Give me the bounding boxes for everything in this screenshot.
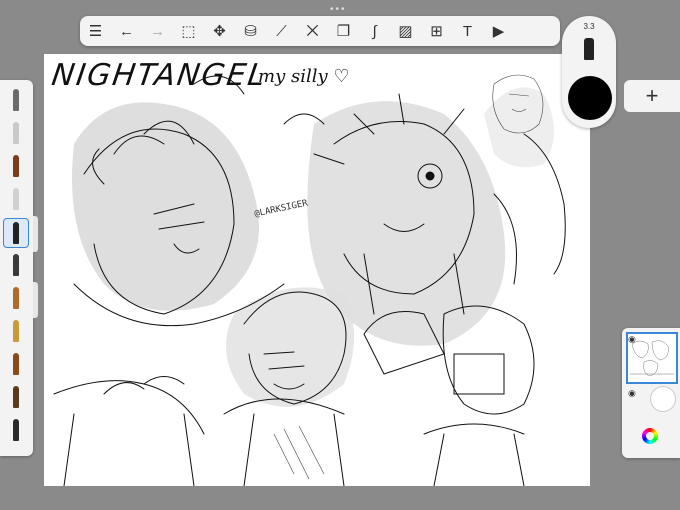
canvas-title-ink: NIGHTANGEL bbox=[49, 58, 270, 93]
window-handle-icon[interactable]: ••• bbox=[330, 4, 347, 15]
image-icon[interactable]: ▨ bbox=[390, 16, 421, 46]
transform-icon[interactable]: ✥ bbox=[204, 16, 235, 46]
sketch-strokes bbox=[53, 74, 566, 486]
layers-panel: ◉ ◉ bbox=[622, 328, 680, 458]
current-brush-icon[interactable] bbox=[584, 38, 594, 60]
brush-9-icon[interactable] bbox=[5, 350, 27, 378]
brush-8-icon[interactable] bbox=[5, 317, 27, 345]
current-color-swatch[interactable] bbox=[568, 76, 612, 120]
top-toolbar: ☰ ← → ⬚ ✥ ⛁ ⟋ ⨉ ❐ ∫ ▨ ⊞ T ▶ bbox=[80, 16, 560, 46]
perspective-icon[interactable]: ⊞ bbox=[421, 16, 452, 46]
add-layer-button[interactable]: + bbox=[624, 80, 680, 112]
curve-icon[interactable]: ∫ bbox=[359, 16, 390, 46]
brush-size-slider-tab[interactable] bbox=[33, 216, 38, 252]
color-wheel-icon[interactable] bbox=[642, 428, 658, 444]
layer-visibility-icon[interactable]: ◉ bbox=[628, 334, 636, 345]
selection-icon[interactable]: ⬚ bbox=[173, 16, 204, 46]
ruler-icon[interactable]: ⟋ bbox=[266, 16, 297, 46]
brush-library-rail bbox=[0, 80, 33, 456]
drawing-canvas[interactable]: NIGHTANGEL my silly ♡ @LARKSIGER bbox=[44, 54, 590, 486]
gallery-icon[interactable]: ☰ bbox=[80, 16, 111, 46]
shapes-icon[interactable]: ❐ bbox=[328, 16, 359, 46]
video-icon[interactable]: ▶ bbox=[483, 16, 514, 46]
brush-3-icon[interactable] bbox=[5, 152, 27, 180]
brush-7-icon[interactable] bbox=[5, 284, 27, 312]
brush-size-label: 3.3 bbox=[583, 22, 595, 31]
empty-layer-thumbnail[interactable] bbox=[650, 386, 676, 412]
fill-icon[interactable]: ⛁ bbox=[235, 16, 266, 46]
canvas-subtitle-ink: my silly ♡ bbox=[258, 66, 350, 87]
layer-visibility-icon-2[interactable]: ◉ bbox=[628, 388, 636, 399]
brush-6-icon[interactable] bbox=[5, 251, 27, 279]
brush-11-icon[interactable] bbox=[5, 416, 27, 444]
brush-5-icon[interactable] bbox=[3, 218, 29, 248]
opacity-slider-tab[interactable] bbox=[33, 282, 38, 318]
brush-1-icon[interactable] bbox=[5, 86, 27, 114]
brush-2-icon[interactable] bbox=[5, 119, 27, 147]
text-icon[interactable]: T bbox=[452, 16, 483, 46]
redo-icon[interactable]: → bbox=[142, 16, 173, 46]
symmetry-icon[interactable]: ⨉ bbox=[297, 16, 328, 46]
brush-4-icon[interactable] bbox=[5, 185, 27, 213]
undo-icon[interactable]: ← bbox=[111, 16, 142, 46]
brush-10-icon[interactable] bbox=[5, 383, 27, 411]
color-puck[interactable]: 3.3 bbox=[562, 16, 616, 128]
